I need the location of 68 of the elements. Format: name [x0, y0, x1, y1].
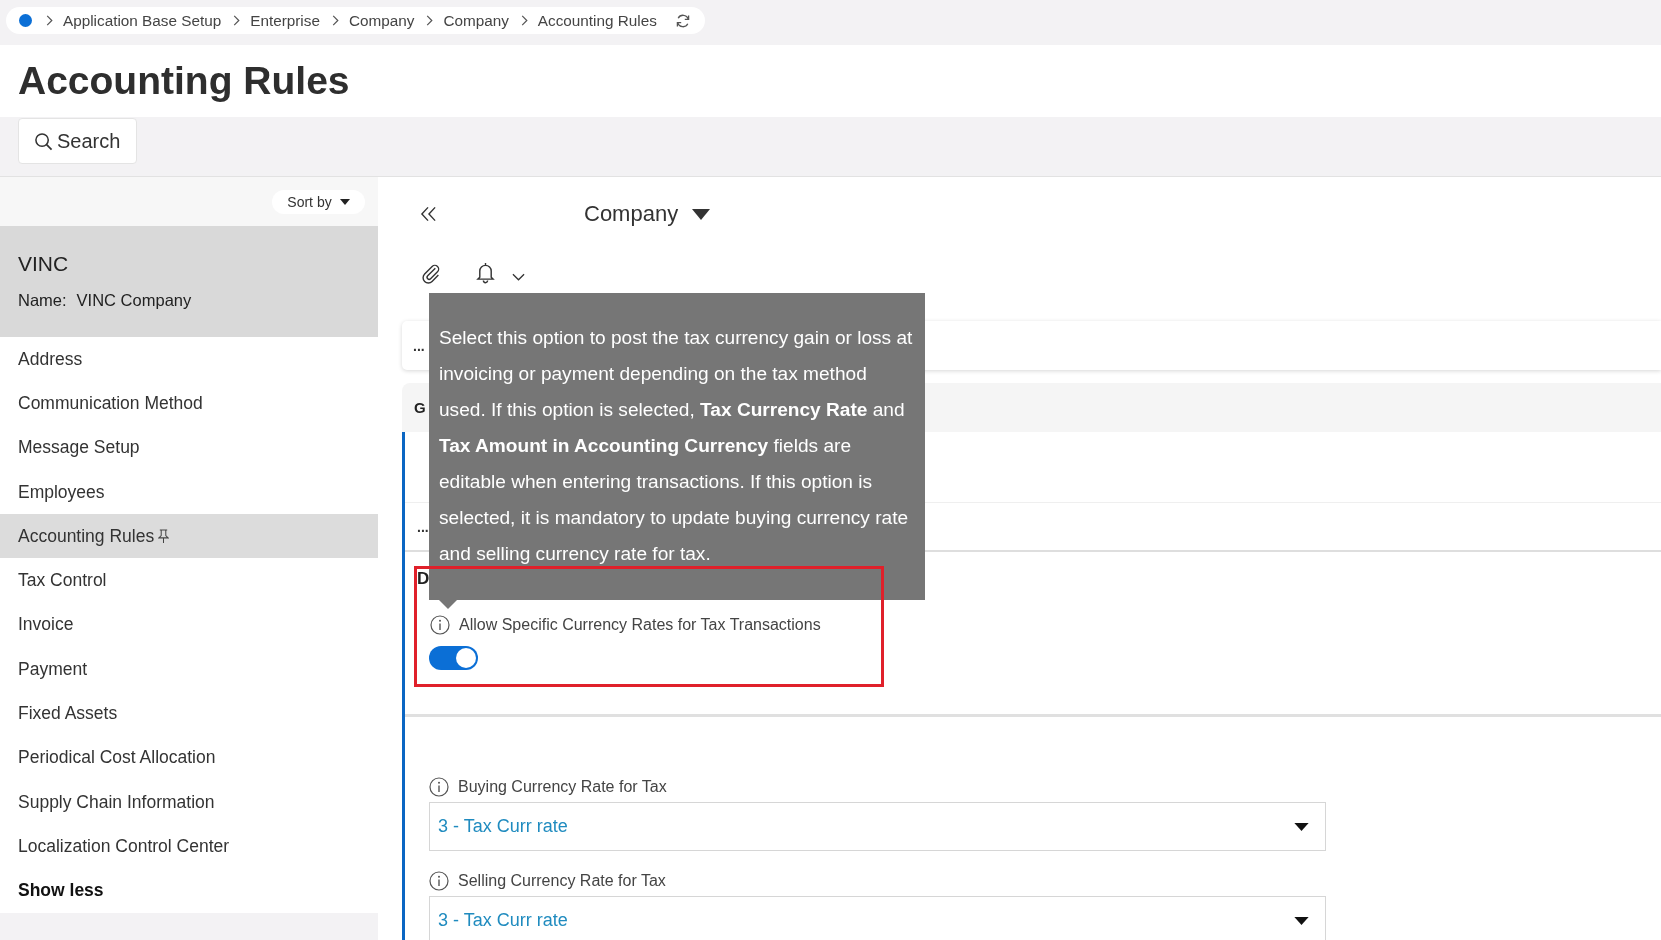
caret-down-icon — [1294, 822, 1309, 831]
sidebar-item-label: Address — [18, 348, 83, 370]
search-icon — [34, 131, 53, 151]
sidebar-item-label: Payment — [18, 658, 88, 680]
breadcrumb-link[interactable]: Enterprise — [250, 11, 320, 30]
sidebar-item[interactable]: Localization Control Center — [0, 824, 378, 869]
breadcrumb-link[interactable]: Company — [348, 11, 415, 30]
field-value: VINC Company — [76, 291, 192, 310]
field-label: Name: — [18, 291, 67, 310]
page-title: Accounting Rules — [18, 58, 350, 104]
info-icon[interactable] — [430, 615, 450, 635]
sidebar-item-label: Message Setup — [18, 437, 140, 459]
sidebar-item-label: Accounting Rules — [18, 525, 155, 547]
select-field[interactable]: 3 - Tax Curr rate — [429, 802, 1326, 851]
show-less-link[interactable]: Show less — [0, 868, 378, 913]
more-button[interactable]: ... — [413, 337, 425, 354]
record-selector[interactable]: Company — [584, 201, 711, 227]
sidebar-item[interactable]: Accounting Rules — [0, 514, 378, 559]
dot-icon[interactable] — [19, 14, 32, 27]
info-icon[interactable] — [429, 777, 449, 797]
breadcrumb-link[interactable]: Application Base Setup — [63, 11, 222, 30]
sidebar-item[interactable]: Employees — [0, 469, 378, 515]
double-chevron-left-icon[interactable] — [420, 206, 437, 222]
chevron-down-icon[interactable] — [512, 272, 525, 281]
tooltip-pointer-icon — [439, 600, 457, 609]
sidebar-item[interactable]: Message Setup — [0, 425, 378, 470]
toggle-switch[interactable] — [429, 646, 478, 670]
sidebar-item-label: Localization Control Center — [18, 835, 230, 857]
sidebar-item[interactable]: Tax Control — [0, 558, 378, 603]
sort-button[interactable]: Sort by — [272, 189, 365, 214]
chevron-right-icon — [233, 15, 241, 26]
field-label: Allow Specific Currency Rates for Tax Transactions — [459, 616, 821, 634]
refresh-icon[interactable] — [674, 12, 691, 29]
record-title: VINC — [18, 252, 70, 276]
chevron-right-icon — [520, 15, 528, 26]
info-icon[interactable] — [429, 871, 449, 891]
sidebar-item-label: Employees — [18, 481, 105, 503]
search-button[interactable]: Search — [18, 118, 137, 164]
sidebar-item[interactable]: Communication Method — [0, 381, 378, 426]
sidebar-item-label: Supply Chain Information — [18, 791, 215, 813]
sidebar-item[interactable]: Fixed Assets — [0, 691, 378, 736]
tab[interactable]: G — [402, 383, 428, 432]
sidebar-item[interactable]: Payment — [0, 647, 378, 692]
sidebar-item-label: Communication Method — [18, 392, 203, 414]
bell-icon[interactable] — [476, 261, 495, 284]
caret-down-icon — [692, 208, 711, 220]
breadcrumb-link[interactable]: Company — [443, 11, 509, 30]
more-button[interactable]: ... — [417, 518, 429, 535]
sidebar-item-label: Periodical Cost Allocation — [18, 747, 216, 769]
caret-down-icon — [339, 198, 350, 205]
chevron-right-icon — [331, 15, 339, 26]
sidebar-item-label: Fixed Assets — [18, 703, 118, 724]
chevron-right-icon — [46, 15, 53, 26]
sidebar-item-label: Invoice — [18, 614, 74, 636]
field-label: Buying Currency Rate for Tax — [458, 778, 667, 796]
sidebar-item[interactable]: Invoice — [0, 602, 378, 648]
caret-down-icon — [1294, 916, 1309, 925]
sidebar-item[interactable]: Address — [0, 337, 378, 382]
tooltip: Select this option to post the tax currency gain or loss at invoicing or payment depending on the tax method used. If this option is selected, Tax Currency Rate and Tax Amount in Accounting Currency fields are editable when entering transactions. If this option is selected, it is mandatory to update buying currency rate and selling currency rate for tax. — [429, 293, 925, 600]
chevron-right-icon — [426, 15, 434, 26]
sidebar-item[interactable]: Supply Chain Information — [0, 779, 378, 825]
field-label: Selling Currency Rate for Tax — [458, 872, 666, 890]
breadcrumb-link[interactable]: Accounting Rules — [537, 11, 657, 30]
sidebar-item-label: Tax Control — [18, 570, 107, 592]
sidebar-item[interactable]: Periodical Cost Allocation — [0, 735, 378, 780]
pin-icon[interactable] — [158, 528, 170, 544]
select-field[interactable]: 3 - Tax Curr rate — [429, 896, 1326, 940]
section-title: D — [417, 570, 430, 588]
